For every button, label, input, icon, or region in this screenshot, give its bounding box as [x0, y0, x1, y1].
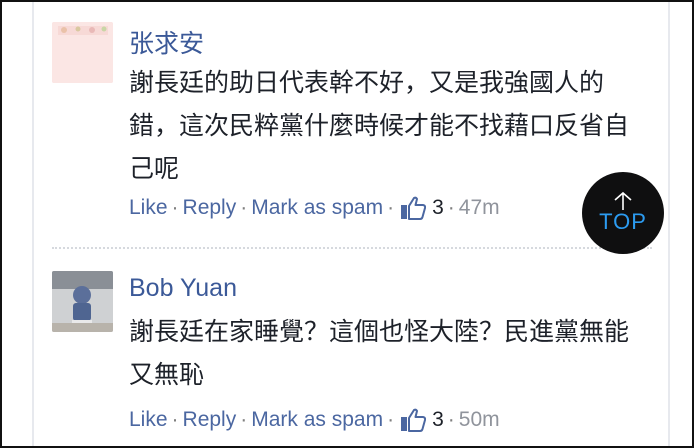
- reply-link[interactable]: Reply: [183, 408, 237, 432]
- separator: ·: [171, 408, 179, 431]
- separator: ·: [240, 196, 248, 219]
- comment-text: 謝長廷在家睡覺？這個也怪大陸？民進黨無能又無恥: [129, 317, 630, 389]
- comment-divider: [52, 247, 652, 249]
- comments-panel: 张求安 謝長廷的助日代表幹不好，又是我強國人的錯，這次民粹黨什麼時候才能不找藉口…: [0, 0, 694, 448]
- arrow-up-icon: [614, 191, 632, 210]
- avatar[interactable]: [52, 271, 113, 332]
- left-border: [32, 2, 34, 446]
- comment-author[interactable]: Bob Yuan: [129, 274, 237, 303]
- separator: ·: [447, 196, 455, 219]
- comment-actions: Like · Reply · Mark as spam · 3 · 47m: [129, 196, 500, 220]
- comment-actions: Like · Reply · Mark as spam · 3 · 50m: [129, 408, 500, 432]
- thumbs-up-icon[interactable]: [400, 408, 427, 432]
- separator: ·: [387, 196, 395, 219]
- timestamp[interactable]: 50m: [459, 408, 500, 432]
- like-count: 3: [432, 408, 444, 431]
- like-count: 3: [432, 196, 444, 219]
- reply-link[interactable]: Reply: [183, 196, 237, 220]
- comment-author[interactable]: 张求安: [129, 24, 204, 60]
- right-border: [668, 2, 670, 446]
- timestamp[interactable]: 47m: [459, 196, 500, 220]
- like-link[interactable]: Like: [129, 196, 168, 220]
- like-link[interactable]: Like: [129, 408, 168, 432]
- separator: ·: [240, 408, 248, 431]
- thumbs-up-icon[interactable]: [400, 196, 427, 220]
- separator: ·: [171, 196, 179, 219]
- separator: ·: [447, 408, 455, 431]
- scroll-to-top-label: TOP: [599, 209, 647, 234]
- mark-as-spam-link[interactable]: Mark as spam: [251, 408, 383, 432]
- mark-as-spam-link[interactable]: Mark as spam: [251, 196, 383, 220]
- comment-text: 謝長廷的助日代表幹不好，又是我強國人的錯，這次民粹黨什麼時候才能不找藉口反省自己…: [129, 68, 630, 183]
- avatar[interactable]: [52, 22, 113, 83]
- separator: ·: [387, 408, 395, 431]
- scroll-to-top-button[interactable]: TOP: [582, 172, 664, 254]
